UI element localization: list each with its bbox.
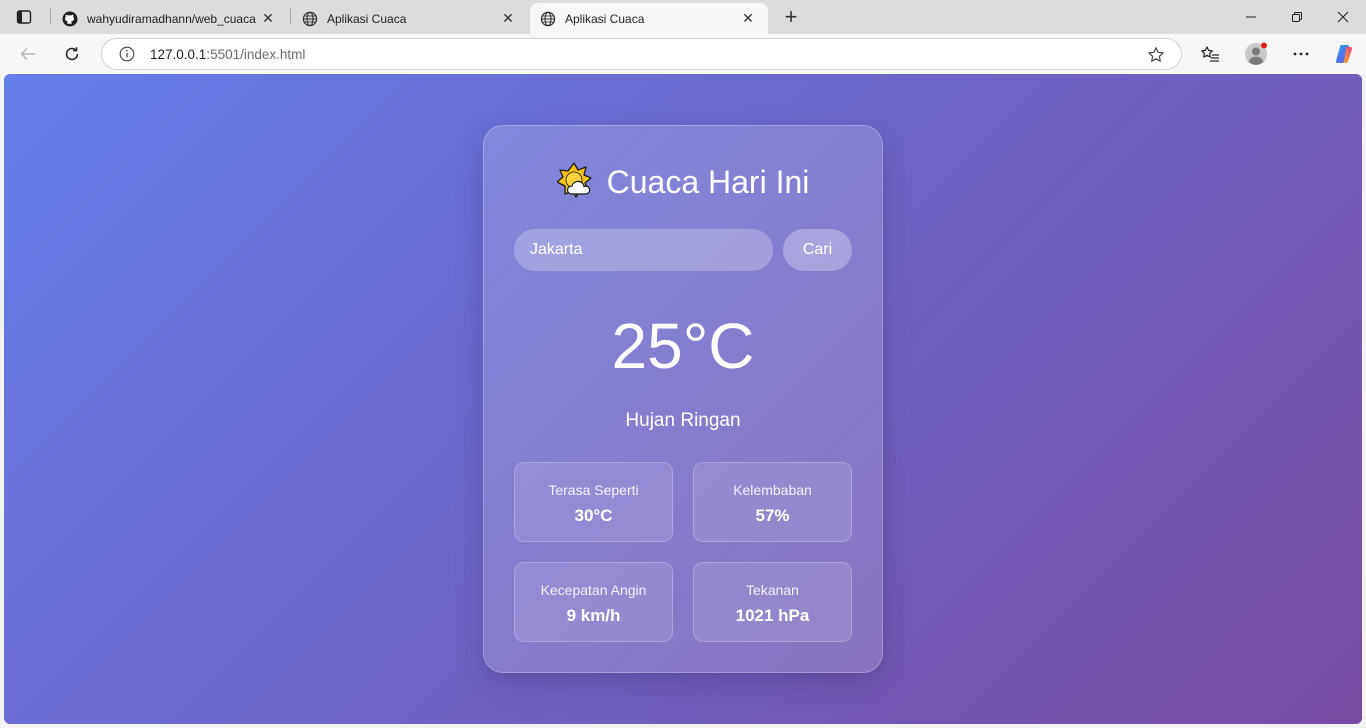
avatar-icon — [1245, 42, 1267, 65]
weather-description: Hujan Ringan — [625, 410, 741, 431]
info-icon — [119, 46, 135, 62]
github-icon — [62, 11, 78, 26]
new-tab-button[interactable]: + — [778, 4, 804, 30]
close-tab-icon[interactable]: ✕ — [738, 9, 758, 29]
weather-card: Cuaca Hari Ini Cari 25°C Hujan Ringan Te… — [483, 125, 883, 673]
detail-value: 30°C — [574, 506, 613, 525]
globe-icon — [540, 11, 556, 26]
city-search-input[interactable] — [514, 229, 773, 271]
detail-label: Tekanan — [746, 582, 799, 598]
minimize-button[interactable] — [1228, 0, 1274, 34]
browser-toolbar: 127.0.0.1:5501/index.html — [0, 34, 1366, 74]
site-info-button[interactable] — [114, 41, 140, 67]
close-window-button[interactable] — [1320, 0, 1366, 34]
temperature-value: 25°C — [611, 310, 755, 382]
address-bar[interactable]: 127.0.0.1:5501/index.html — [101, 38, 1182, 70]
detail-label: Kelembaban — [733, 482, 812, 498]
title-text: Cuaca Hari Ini — [606, 163, 810, 200]
url-path: :5501/index.html — [206, 46, 306, 62]
url-host: 127.0.0.1 — [150, 46, 207, 62]
tab-separator — [290, 9, 291, 25]
tab-actions-button[interactable] — [8, 4, 40, 30]
plus-icon: + — [784, 4, 798, 29]
detail-value: 57% — [755, 506, 790, 525]
star-icon — [1148, 47, 1164, 62]
back-arrow-icon — [20, 47, 35, 61]
close-tab-icon[interactable]: ✕ — [258, 9, 278, 29]
close-tab-icon[interactable]: ✕ — [498, 9, 518, 29]
detail-value: 9 km/h — [566, 606, 621, 625]
sun-behind-cloud-icon — [556, 162, 592, 198]
tab-github[interactable]: wahyudiramadhann/web_cuaca ✕ — [52, 3, 288, 34]
tab-title: Aplikasi Cuaca — [327, 11, 407, 26]
favorites-list-icon — [1201, 46, 1219, 62]
detail-wind-speed: Kecepatan Angin 9 km/h — [514, 562, 673, 642]
favorite-button[interactable] — [1143, 42, 1169, 68]
more-options-button[interactable] — [1285, 38, 1317, 70]
tab-strip: wahyudiramadhann/web_cuaca ✕ Aplikasi Cu… — [0, 0, 1366, 34]
detail-humidity: Kelembaban 57% — [693, 462, 852, 542]
tab-title: Aplikasi Cuaca — [565, 11, 645, 26]
tab-actions-icon — [16, 10, 32, 24]
tab-aplikasi-cuaca-1[interactable]: Aplikasi Cuaca ✕ — [292, 3, 528, 34]
close-icon — [1337, 11, 1349, 23]
restore-icon — [1292, 12, 1302, 22]
profile-button[interactable] — [1240, 38, 1272, 70]
restore-button[interactable] — [1274, 0, 1320, 34]
url-text: 127.0.0.1:5501/index.html — [150, 47, 305, 62]
ellipsis-icon — [1293, 52, 1309, 56]
detail-label: Terasa Seperti — [548, 482, 639, 498]
copilot-button[interactable] — [1328, 38, 1360, 70]
tab-title: wahyudiramadhann/web_cuaca — [87, 11, 256, 26]
favorites-button[interactable] — [1194, 38, 1226, 70]
minimize-icon — [1246, 16, 1256, 18]
tab-aplikasi-cuaca-active[interactable]: Aplikasi Cuaca ✕ — [530, 3, 768, 34]
tab-separator — [50, 9, 51, 25]
page-viewport: Cuaca Hari Ini Cari 25°C Hujan Ringan Te… — [4, 74, 1362, 724]
globe-icon — [302, 11, 318, 26]
detail-pressure: Tekanan 1021 hPa — [693, 562, 852, 642]
detail-value: 1021 hPa — [735, 606, 810, 625]
detail-feels-like: Terasa Seperti 30°C — [514, 462, 673, 542]
search-button[interactable]: Cari — [783, 229, 852, 271]
page-title: Cuaca Hari Ini — [484, 162, 882, 202]
detail-label: Kecepatan Angin — [540, 582, 647, 598]
copilot-icon — [1335, 45, 1353, 63]
reload-button[interactable] — [56, 38, 88, 70]
reload-icon — [65, 47, 79, 61]
back-button[interactable] — [12, 38, 44, 70]
